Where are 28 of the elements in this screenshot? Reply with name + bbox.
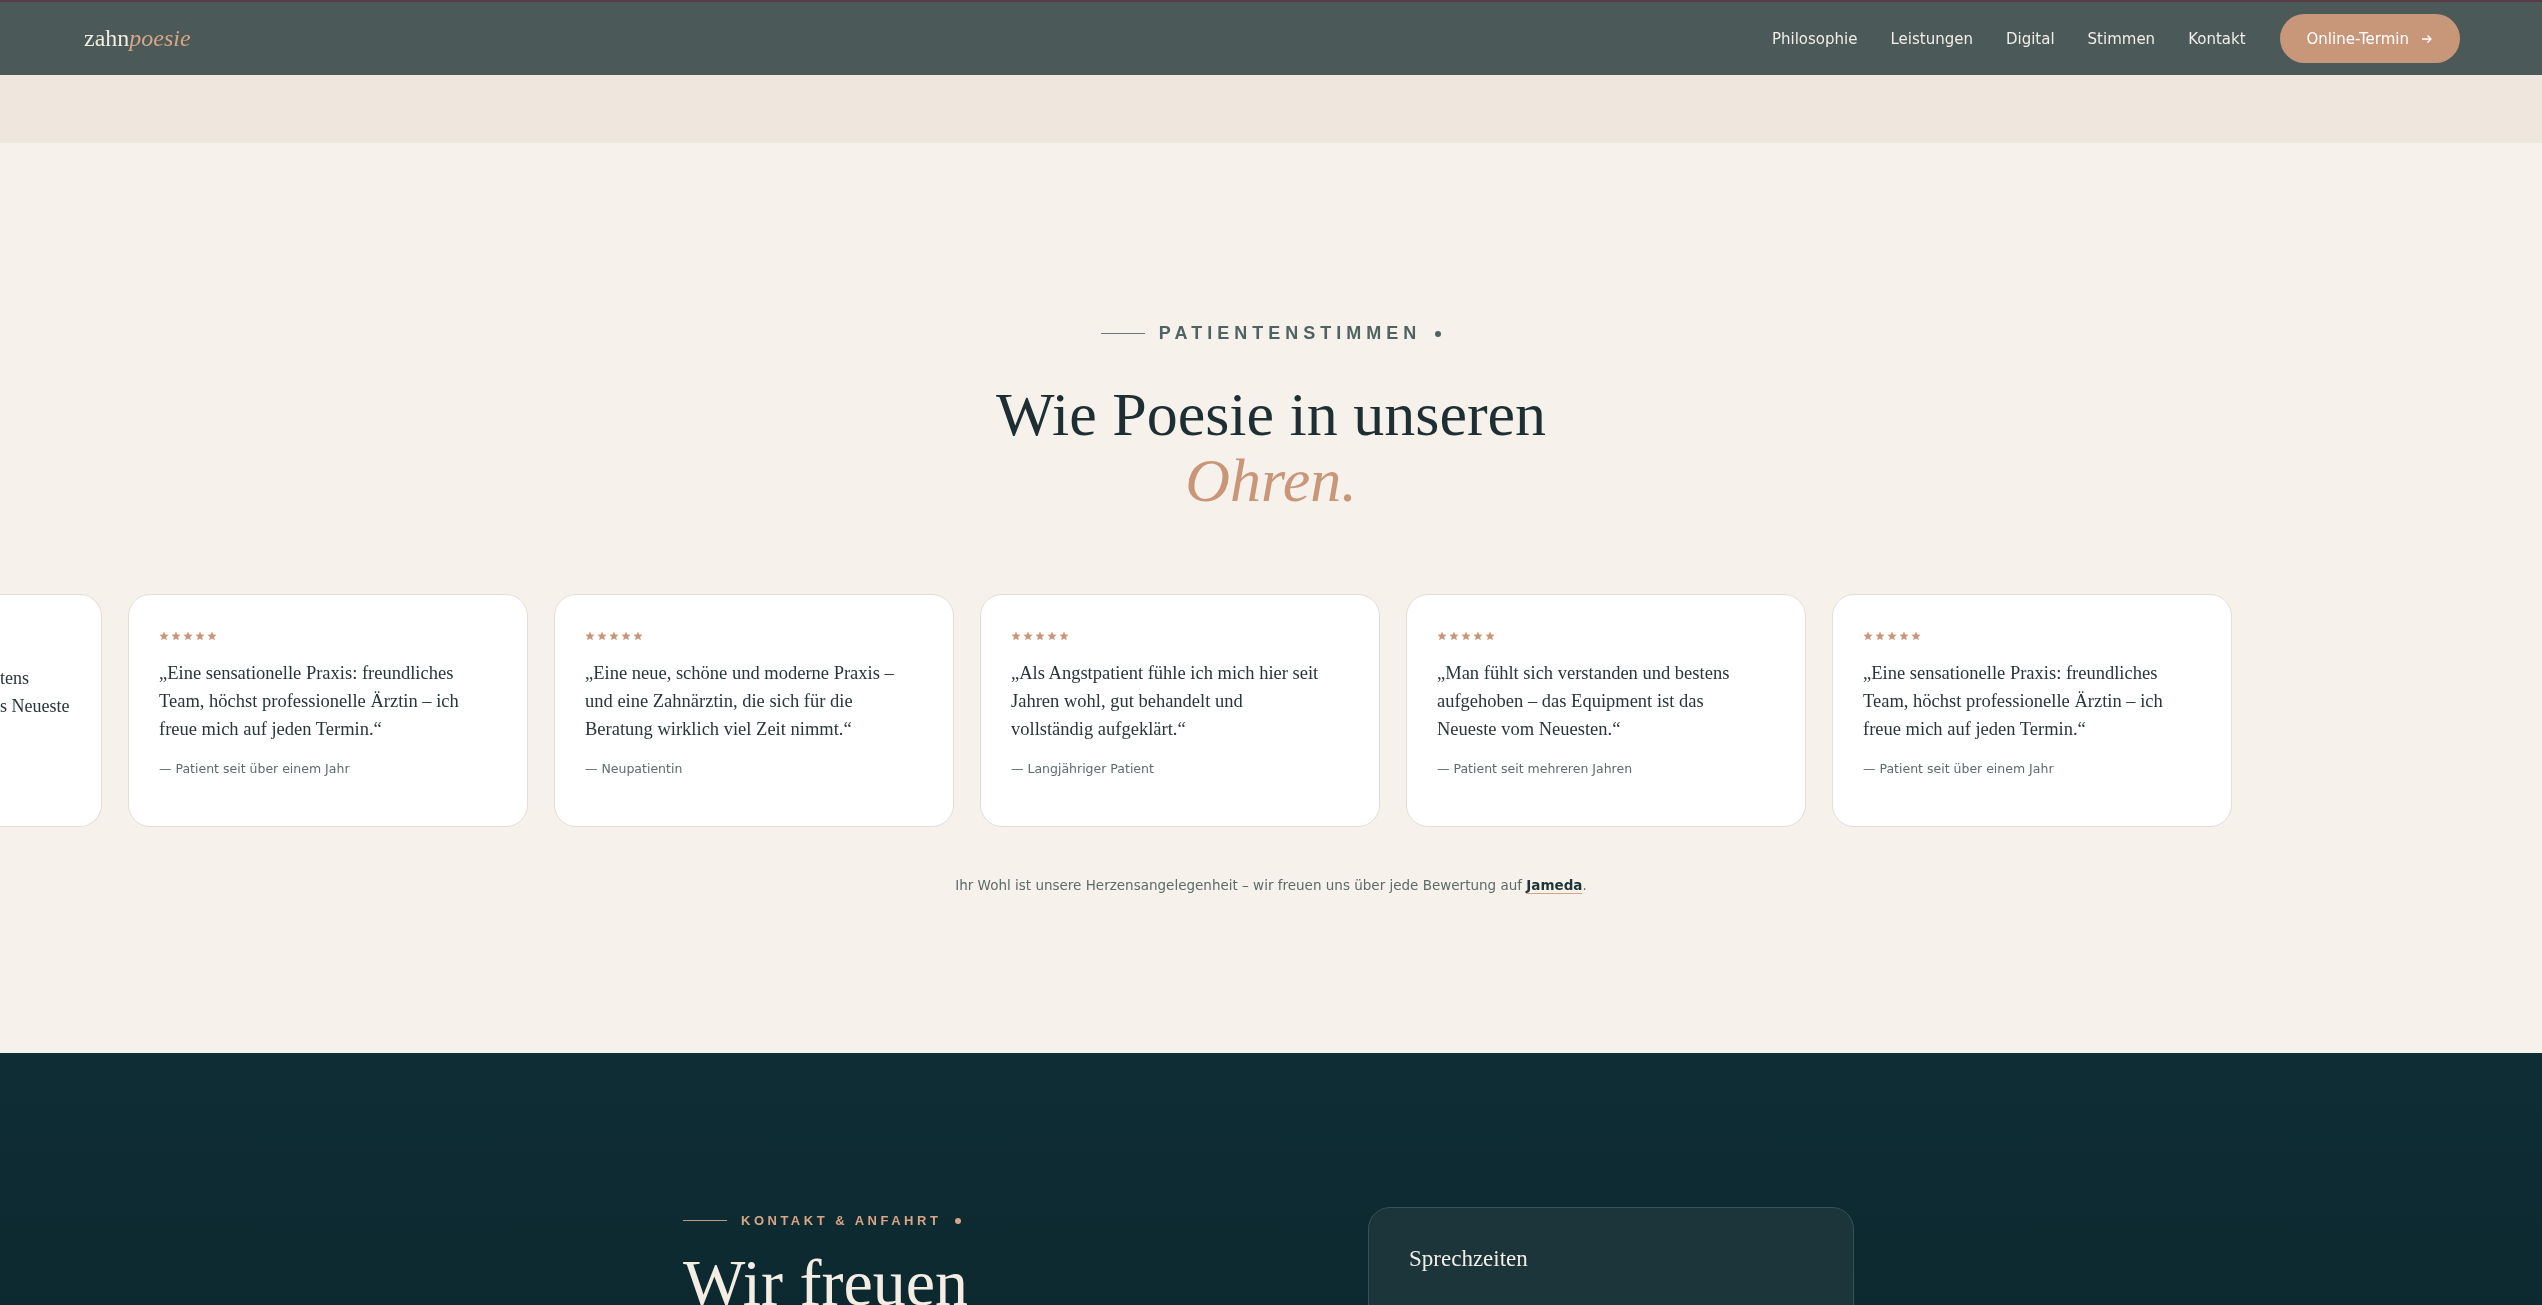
testimonial-quote: „Eine neue, schöne und moderne Praxis – und eine Zahnärztin, die sich für die Beratung wirklich viel Zeit nimmt.“ [585,662,895,742]
testimonial-quote: „Eine sensationelle Praxis: freundliches Team, höchst professionelle Ärztin – ich freue mich auf jeden Termin.“ [159,662,460,742]
jameda-link[interactable]: Jameda [1526,877,1583,895]
testimonial-quote: „Man fühlt sich verstanden und bestens aufgehoben – das Equipment ist das Neueste vom Neuesten.“ [1437,662,1731,742]
section-eyebrow: KONTAKT & ANFAHRT [741,1213,942,1228]
nav-link[interactable]: Digital [2005,29,2055,48]
section-eyebrow: PATIENTENSTIMMEN [1158,323,1422,344]
nav-link[interactable]: Kontakt [2188,29,2246,48]
dot-icon [1435,330,1442,337]
card-title: Sprechzeiten [1409,1246,1528,1271]
testimonial-author: — Langjähriger Patient [1011,761,1154,777]
nav-link[interactable]: Stimmen [2087,29,2156,48]
review-note: Ihr Wohl ist unsere Herzensangelegenheit – wir freuen uns über jede Bewertung auf Jameda. [955,877,1587,894]
heading-accent: Ohren. [1185,446,1357,515]
quote-fragment: tens [0,667,29,690]
testimonial-quote: „Als Angstpatient fühle ich mich hier seit Jahren wohl, gut behandelt und vollständig aufgeklärt.“ [1011,662,1320,742]
nav-link[interactable]: Philosophie [1772,29,1858,48]
testimonial-author: — Neupatientin [585,761,683,777]
testimonial-quote: „Eine sensationelle Praxis: freundliches Team, höchst professionelle Ärztin – ich freue mich auf jeden Termin.“ [1863,662,2164,742]
arrow-right-icon [2421,32,2433,45]
nav-link[interactable]: Leistungen [1890,29,1973,48]
dot-icon [955,1217,962,1224]
logo-wordmark[interactable]: zahnpoesie [84,25,191,52]
testimonial-author: — Patient seit über einem Jahr [1863,761,2054,777]
testimonial-author: — Patient seit mehreren Jahren [1437,761,1633,777]
section-heading: Wie Poesie in unseren [995,380,1547,449]
quote-fragment: s Neueste [0,695,70,718]
testimonial-author: — Patient seit über einem Jahr [159,761,350,777]
